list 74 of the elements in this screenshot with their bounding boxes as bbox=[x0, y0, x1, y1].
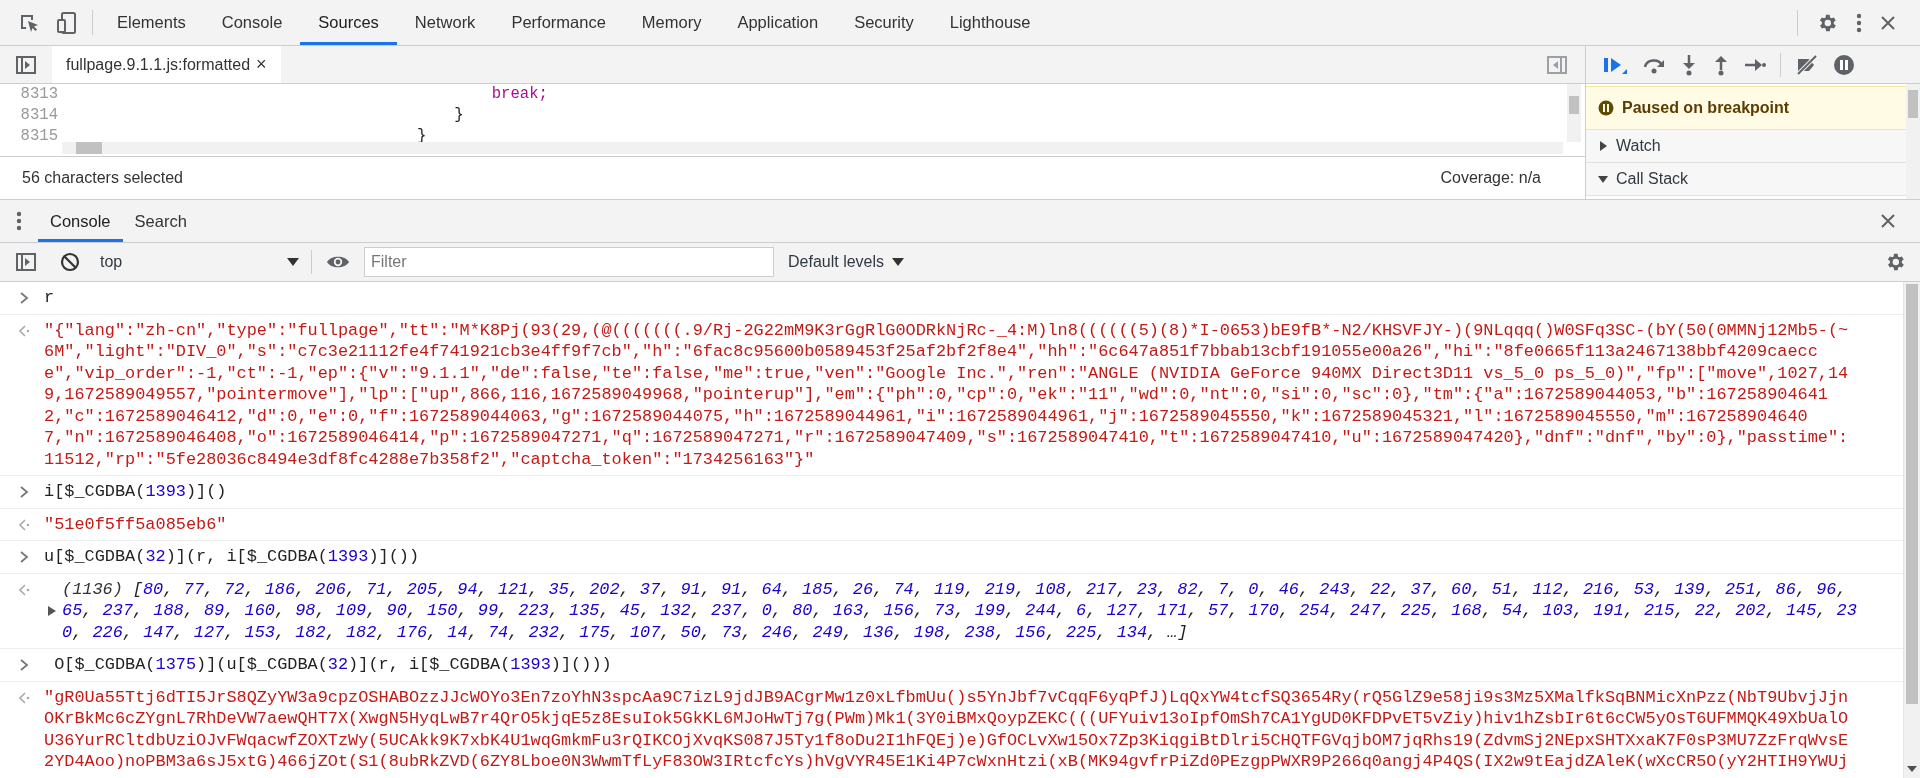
result-icon bbox=[17, 582, 31, 597]
string-output: "51e0f5ff5a085eb6" bbox=[44, 513, 227, 535]
string-output: e","vip_order":-1,"ct":-1,"ep":{"v":"9.1.1","de":false,"te":false,"me":true,"ven":"Google Inc.","ren":"ANGLE (NVIDIA GeForce 940MX Direct3D11 vs_5_0 ps_5_0)","fp":["move",1027,14 bbox=[44, 362, 1849, 384]
string-output: 6M","light":"DIV_0","s":"c7c3e21112fe4f741921cb3e4ff9f7cb","h":"6fac8c95600b0589453f25af2bf2f8e4","hh":"6c647a851f7bbab13cbf191055e00a26","hi":"8fe0665f113a2467138bbf4209caecc bbox=[44, 341, 1819, 363]
code-line: } bbox=[453, 105, 464, 126]
string-output: 11512,"rp":"5fe28036c8494e3df8fc4288e7b358f2","captcha_token":"1734256163"}" bbox=[44, 448, 816, 470]
scrollbar[interactable] bbox=[1903, 282, 1920, 778]
pause-icon[interactable] bbox=[1833, 53, 1855, 76]
scroll-down-arrow-icon[interactable] bbox=[1907, 766, 1917, 774]
line-number: 8314 bbox=[19, 105, 58, 126]
string-output: U36YurRCltdbUziOJvFWqacwfZOXTzWy(5UCAkk9K7xbK4U1wqGmkmFu3rQIKCOjXvqKS087J5Ty1f8oDu2I1hFQEj)e)GfOCLvXw15Ox7Zp3KiqgiBtDlri5CHQTFGVqjbOM7jqRhs19(ZdvmSj2NEpxSHTXxaK7F0sP3MU7ZzFrqWvsE bbox=[44, 729, 1849, 751]
string-output: 2,"c":1672589046412,"d":0,"e":0,"f":1672589044063,"g":1672589044075,"h":1672589044961,"i":1672589044961,"j":1672589045550,"k":1672589045321,"l":1672589045550,"m":167258904640 bbox=[44, 405, 1809, 427]
array-output: [80, 77, 72, 186, 206, 71, 205, 94, 121, 35, 202, 37, 91, 91, 64, 185, 26, 74, 119, 219, 108, 217, 23, 82, 7, 0, 46, 243, 22, 37, 60, 51, 112, 216, 53, 139, 251, 86, 96, bbox=[132, 578, 1847, 600]
sidebar-toggle-icon[interactable] bbox=[16, 55, 36, 74]
selection-status: 56 characters selected bbox=[22, 168, 183, 188]
close-icon[interactable]: × bbox=[256, 51, 267, 78]
array-output: 0, 226, 147, 127, 153, 182, 182, 176, 14, 74, 232, 175, 107, 50, 73, 246, 249, 136, 198, 238, 156, 225, 134, …] bbox=[62, 621, 1189, 643]
command-text: i[$_CGDBA(1393)]() bbox=[44, 481, 227, 503]
result-icon bbox=[17, 323, 31, 338]
string-output: "{"lang":"zh-cn","type":"fullpage","tt":"M*K8Pj(93(29,(@(((((((.9/Rj-2G22mM9K3rGgRlG0ODRkNjRc-_4:M)ln8((((((5)(8)*I-0653)bE9fB*-N2/KHSVFJY-)(9NLqqq()W0SFq3SC-(bY(50(0MMNj12Mb5-(~ bbox=[44, 319, 1849, 341]
prompt-icon bbox=[19, 485, 29, 499]
deactivate-breakpoints-icon[interactable] bbox=[1795, 53, 1819, 76]
more-menu-icon[interactable] bbox=[1856, 12, 1862, 33]
command-text: r bbox=[44, 287, 55, 309]
result-icon bbox=[17, 517, 31, 532]
clear-icon[interactable] bbox=[60, 252, 80, 272]
array-output: 65, 237, 188, 89, 160, 98, 109, 90, 150, 99, 223, 135, 45, 132, 237, 0, 80, 163, 156, 73, 199, 244, 6, 127, 171, 57, 170, 254, 247, 225, 168, 54, 103, 191, 215, 22, 202, 145, 23 bbox=[62, 600, 1857, 622]
drawer-tab[interactable]: Search bbox=[122, 200, 199, 242]
prompt-icon bbox=[19, 550, 29, 564]
dropdown-caret-icon bbox=[892, 258, 905, 266]
file-tab[interactable]: fullpage.9.1.1.js:formatted × bbox=[52, 46, 281, 83]
dropdown-caret-icon bbox=[287, 258, 299, 266]
string-output: OKrBkMc6cZYgnL7RhDeVW7aewQHT7X(XwgN5HyqLwB7r4QrO5kjqE5z8EsuIok5GkKL6MJoHwTj7g(PWm)Mk1(3Y0iBMxQoypZEKC(((UFYuiv13oIpfOmSh7CA1YgUD0KFDPvET5vZiy)hiv1hZsbIr6t6cCW5yOsT6UFMMQK49XbUalO bbox=[44, 708, 1849, 730]
prompt-icon bbox=[19, 658, 29, 672]
panel-tab[interactable]: Performance bbox=[493, 0, 624, 45]
command-text: u[$_CGDBA(32)](r, i[$_CGDBA(1393)]()) bbox=[44, 546, 420, 568]
panel-tab[interactable]: Console bbox=[203, 0, 301, 45]
more-menu-icon[interactable] bbox=[16, 211, 22, 231]
close-icon[interactable] bbox=[1880, 14, 1896, 31]
sidebar-toggle-icon[interactable] bbox=[16, 253, 36, 271]
command-text: O[$_CGDBA(1375)](u[$_CGDBA(32)](r, i[$_CGDBA(1393)]())) bbox=[53, 654, 612, 676]
close-icon[interactable] bbox=[1880, 213, 1896, 229]
result-icon bbox=[17, 690, 31, 705]
line-number: 8315 bbox=[19, 126, 58, 147]
expand-arrow-icon[interactable] bbox=[47, 605, 57, 616]
panel-tab[interactable]: Network bbox=[396, 0, 494, 45]
panel-tab[interactable]: Security bbox=[836, 0, 932, 45]
filter-field[interactable]: Filter bbox=[364, 247, 774, 277]
panel-tab[interactable]: Lighthouse bbox=[931, 0, 1049, 45]
string-output: 9,1672589049557,"pointermove"],"lp":["up",866,116,1672589049968,"pointerup"],"em":{"ph":0,"cp":0,"ek":"11","wd":0,"nt":0,"si":0,"sc":0},"tm":{"a":1672589044053,"b":167258904641 bbox=[44, 384, 1829, 406]
panel-tab[interactable]: Memory bbox=[623, 0, 720, 45]
scrollbar[interactable] bbox=[62, 142, 1563, 154]
device-icon[interactable] bbox=[56, 10, 78, 35]
prompt-icon bbox=[19, 291, 29, 305]
step-icon[interactable] bbox=[1744, 56, 1766, 73]
scrollbar[interactable] bbox=[1567, 84, 1581, 142]
context-select[interactable]: top bbox=[100, 250, 305, 274]
sidebar-toggle-icon[interactable] bbox=[1547, 55, 1567, 74]
string-output: 2YD4Aoo)noPBM3a6sJ5xtG)466jZOt(S1(8ubRkZVD(6ZY8Lboe0N3WwmTfLyF83OW3IRtcfcYs)hVgVYR45E1Ki4P7cWxnHtzi(xB(MK94gvfrPiZd0PEzgpPWXR9P266q0angj4P4QS(IX2w9tEajdZAleK(wXcCR5O(yY2HTIH9YWUj bbox=[44, 751, 1849, 773]
panel-tab[interactable]: Elements bbox=[99, 0, 204, 45]
pane-section-header[interactable]: Watch bbox=[1586, 130, 1906, 163]
coverage-status: Coverage: n/a bbox=[1440, 168, 1541, 188]
array-length: (1136) bbox=[62, 578, 123, 600]
panel-tab[interactable]: Application bbox=[719, 0, 837, 45]
string-output: 7,"n":1672589046408,"o":1672589046414,"p":1672589047271,"q":1672589047271,"r":1672589047409,"s":1672589047410,"t":1672589047410,"u":1672589047420},"dnf":"dnf","by":0},"passtime": bbox=[44, 427, 1849, 449]
scrollbar[interactable] bbox=[1906, 84, 1920, 199]
code-line: break; bbox=[490, 84, 548, 105]
eye-icon[interactable] bbox=[326, 254, 350, 270]
line-number: 8313 bbox=[19, 84, 58, 105]
pause-icon bbox=[1598, 100, 1614, 116]
levels-select[interactable]: Default levels bbox=[788, 250, 905, 274]
string-output: "gR0Ua55Ttj6dTI5JrS8QZyYW3a9cpzOSHABOzzJJcWOYo3En7zoYhN3spcAa9C7izL9jdJB9ACgrMw1z0xLfbmUu()s5YnJbf7vCqqF6yqPfJ)LqQxYW4tcfSQ3654Ry(rQ5GlZ9e58ji9s3Mz5XMalfkSqBNMicXnPzz(NbT9UbvjJjn bbox=[44, 686, 1849, 708]
pane-section-header[interactable]: Call Stack bbox=[1586, 163, 1906, 196]
banner-text: Paused on breakpoint bbox=[1622, 98, 1790, 118]
